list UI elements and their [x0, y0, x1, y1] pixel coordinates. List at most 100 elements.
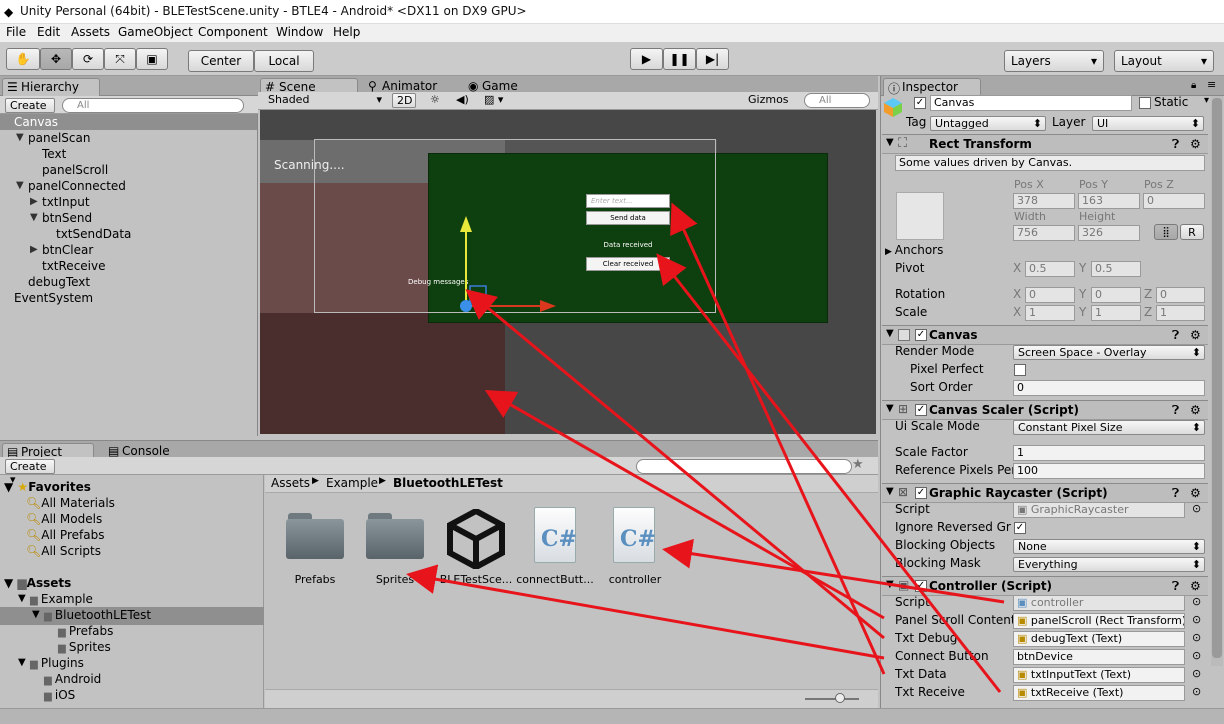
asset-folder-item[interactable]: ▆ iOS — [0, 687, 264, 705]
play-button[interactable]: ▶ — [630, 48, 663, 70]
unity-scene-icon[interactable] — [446, 509, 506, 569]
menu-component[interactable]: Component — [198, 25, 268, 39]
menu-icon[interactable]: ≡ — [1207, 78, 1216, 91]
expand-arrow[interactable]: ▶ — [30, 194, 38, 210]
expand-arrow[interactable]: ▼ — [18, 655, 26, 671]
assets-header[interactable]: ▼ ▆Assets — [4, 575, 71, 591]
expand-arrow[interactable]: ▼ — [16, 178, 24, 194]
object-picker-icon[interactable]: ⊙ — [1192, 649, 1201, 662]
icon-size-slider[interactable] — [805, 698, 859, 700]
rect-tool-button[interactable]: ▣ — [136, 48, 168, 70]
ui-scale-dropdown[interactable]: Constant Pixel Size ⬍ — [1013, 420, 1205, 435]
breadcrumb-assets[interactable]: Assets — [271, 476, 310, 490]
controller-field-value[interactable]: btnDevice — [1013, 649, 1185, 665]
controller-field-value[interactable]: ▣ txtReceive (Text) — [1013, 685, 1185, 701]
sort-order-field[interactable]: 0 — [1013, 380, 1205, 396]
controller-field-value[interactable]: ▣ txtInputText (Text) — [1013, 667, 1185, 683]
menu-edit[interactable]: Edit — [37, 25, 60, 39]
lock-icon[interactable]: 🔒︎ — [1191, 80, 1196, 91]
favorite-item[interactable]: 🔍︎All Prefabs — [26, 527, 104, 543]
move-tool-button[interactable]: ✥ — [40, 48, 72, 70]
step-button[interactable]: ▶| — [696, 48, 729, 70]
expand-arrow[interactable]: ▼ — [16, 130, 24, 146]
rotation-x-field[interactable]: 0 — [1025, 287, 1075, 303]
menu-help[interactable]: Help — [333, 25, 360, 39]
scale-y-field[interactable]: 1 — [1091, 305, 1141, 321]
menu-file[interactable]: File — [6, 25, 26, 39]
posz-field[interactable]: 0 — [1143, 193, 1205, 209]
blocking-objects-dropdown[interactable]: None ⬍ — [1013, 539, 1205, 554]
star-filter-icon[interactable]: ★ — [852, 457, 864, 472]
controller-script-header[interactable]: ▼ ▣ ✓ Controller (Script) ❓︎ ⚙ — [882, 576, 1208, 596]
breadcrumb-example[interactable]: Example — [326, 476, 378, 490]
favorite-item[interactable]: 🔍︎All Materials — [26, 495, 115, 511]
static-checkbox[interactable] — [1139, 97, 1151, 109]
object-picker-icon[interactable]: ⊙ — [1192, 502, 1201, 515]
help-icon[interactable]: ❓︎ — [1172, 579, 1179, 594]
menu-gameobject[interactable]: GameObject — [118, 25, 193, 39]
layer-dropdown[interactable]: UI ⬍ — [1092, 116, 1204, 131]
csharp-script-icon[interactable]: C# — [613, 507, 656, 563]
help-icon[interactable]: ❓︎ — [1172, 137, 1179, 152]
prefabs-folder-icon[interactable] — [286, 513, 344, 559]
scrollbar-thumb[interactable] — [1212, 98, 1222, 658]
expand-arrow[interactable]: ▶ — [30, 242, 38, 258]
slider-thumb[interactable] — [835, 693, 845, 703]
hierarchy-item[interactable]: txtSendData — [0, 226, 257, 242]
scene-viewport[interactable]: Scanning.... Enter text... Send data Dat… — [260, 110, 876, 434]
scale-factor-field[interactable]: 1 — [1013, 445, 1205, 461]
gear-icon[interactable]: ⚙ — [1190, 328, 1201, 342]
static-dropdown-arrow-icon[interactable]: ▾ — [1204, 95, 1209, 106]
favorites-header[interactable]: ▼ ★Favorites — [4, 479, 91, 495]
csharp-script-icon[interactable]: C# — [534, 507, 577, 563]
gear-icon[interactable]: ⚙ — [1190, 137, 1201, 151]
pixel-perfect-checkbox[interactable] — [1014, 364, 1026, 376]
expand-arrow[interactable]: ▼ — [18, 591, 26, 607]
scale-tool-button[interactable]: ⤧ — [104, 48, 136, 70]
layout-dropdown[interactable]: Layout ▾ — [1114, 50, 1214, 72]
pivot-toggle[interactable]: Center — [188, 50, 254, 72]
canvas-scaler-header[interactable]: ▼ ⊞ ✓ Canvas Scaler (Script) ❓︎ ⚙ — [882, 400, 1208, 420]
controller-field-value[interactable]: ▣ debugText (Text) — [1013, 631, 1185, 647]
ignore-reversed-checkbox[interactable]: ✓ — [1014, 522, 1026, 534]
2d-toggle[interactable]: 2D — [392, 93, 416, 108]
move-gizmo[interactable] — [260, 110, 876, 434]
tab-hierarchy[interactable]: ☰ Hierarchy — [2, 78, 100, 96]
anchor-preset-icon[interactable] — [896, 192, 944, 240]
tab-inspector[interactable]: ⓘ Inspector — [883, 78, 981, 96]
controller-field-value[interactable]: ▣ panelScroll (Rect Transform) — [1013, 613, 1185, 629]
audio-toggle[interactable]: ◀) — [452, 93, 472, 108]
active-checkbox[interactable]: ✓ — [914, 97, 926, 109]
help-icon[interactable]: ❓︎ — [1172, 486, 1179, 501]
inspector-scrollbar[interactable] — [1211, 96, 1223, 666]
object-picker-icon[interactable]: ⊙ — [1192, 595, 1201, 608]
hierarchy-item[interactable]: ▼ panelConnected — [0, 178, 257, 194]
hierarchy-item[interactable]: ▼ panelScan — [0, 130, 257, 146]
gear-icon[interactable]: ⚙ — [1190, 486, 1201, 500]
project-create-dropdown[interactable]: Create ▾ — [5, 459, 55, 486]
space-toggle[interactable]: Local — [254, 50, 314, 72]
hierarchy-search-input[interactable]: All — [62, 98, 244, 113]
ref-ppu-field[interactable]: 100 — [1013, 463, 1205, 479]
render-mode-dropdown[interactable]: Screen Space - Overlay ⬍ — [1013, 345, 1205, 360]
hierarchy-item[interactable]: EventSystem — [0, 290, 257, 306]
help-icon[interactable]: ❓︎ — [1172, 328, 1179, 343]
gear-icon[interactable]: ⚙ — [1190, 403, 1201, 417]
object-picker-icon[interactable]: ⊙ — [1192, 685, 1201, 698]
favorite-item[interactable]: 🔍︎All Models — [26, 511, 102, 527]
hierarchy-item[interactable]: ▶ btnClear — [0, 242, 257, 258]
canvas-enabled-checkbox[interactable]: ✓ — [915, 329, 927, 341]
rect-transform-header[interactable]: ▼ ⛶ Rect Transform ❓︎ ⚙ — [882, 134, 1208, 154]
tag-dropdown[interactable]: Untagged ⬍ — [930, 116, 1046, 131]
gear-icon[interactable]: ⚙ — [1190, 579, 1201, 593]
scale-x-field[interactable]: 1 — [1025, 305, 1075, 321]
object-name-field[interactable]: Canvas — [930, 95, 1132, 111]
expand-arrow[interactable]: ▼ — [32, 607, 40, 623]
posx-field[interactable]: 378 — [1013, 193, 1075, 209]
project-search-input[interactable] — [636, 459, 852, 474]
rotate-tool-button[interactable]: ⟳ — [72, 48, 104, 70]
hierarchy-item[interactable]: Canvas — [0, 114, 257, 130]
object-picker-icon[interactable]: ⊙ — [1192, 631, 1201, 644]
menu-assets[interactable]: Assets — [71, 25, 110, 39]
width-field[interactable]: 756 — [1013, 225, 1075, 241]
